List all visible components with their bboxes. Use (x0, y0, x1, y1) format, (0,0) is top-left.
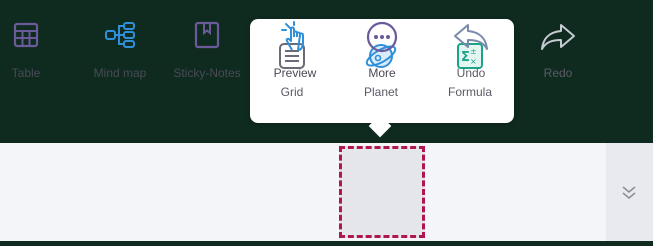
chevron-double-down-icon (622, 186, 636, 200)
toolbar-item-label: Table (11, 66, 41, 80)
toolbar-item-more[interactable]: More (342, 0, 422, 98)
undo-icon (454, 24, 488, 50)
toolbar-item-label: Preview (273, 66, 317, 80)
toolbar-item-label: Sticky-Notes (173, 66, 241, 80)
toolbar-item-undo[interactable]: Undo (436, 0, 506, 98)
more-icon (366, 21, 398, 53)
toolbar-item-label: More (368, 66, 396, 80)
toolbar-item-label: Redo (543, 66, 573, 80)
toolbar-item-table[interactable]: Table (0, 0, 52, 98)
toolbar-item-sticky-notes[interactable]: Sticky-Notes (160, 0, 254, 98)
toolbar-expand-button[interactable] (606, 143, 653, 241)
toolbar-item-redo[interactable]: Redo (522, 0, 594, 98)
bottom-toolbar (0, 143, 653, 241)
redo-icon (541, 24, 575, 50)
sticky-notes-icon (194, 21, 220, 49)
toolbar-item-mind-map[interactable]: Mind map (82, 0, 158, 98)
toolbar-item-label: Undo (456, 66, 486, 80)
toolbar-item-label: Mind map (93, 66, 147, 80)
table-icon (13, 22, 39, 48)
mind-map-icon (105, 22, 135, 48)
preview-icon (281, 21, 304, 51)
more-highlight-box (339, 146, 425, 238)
toolbar-item-preview[interactable]: Preview (262, 0, 328, 98)
